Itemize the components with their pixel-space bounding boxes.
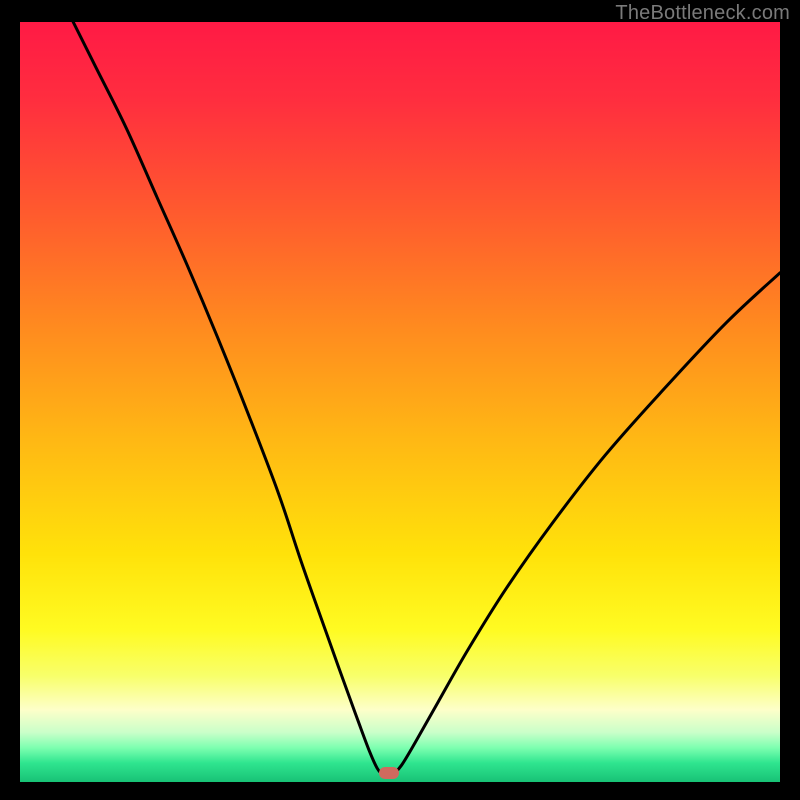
optimal-point-marker — [379, 767, 399, 779]
plot-svg — [20, 22, 780, 782]
watermark-text: TheBottleneck.com — [615, 2, 790, 25]
plot-area — [20, 22, 780, 782]
chart-stage: TheBottleneck.com — [0, 0, 800, 800]
gradient-background — [20, 22, 780, 782]
